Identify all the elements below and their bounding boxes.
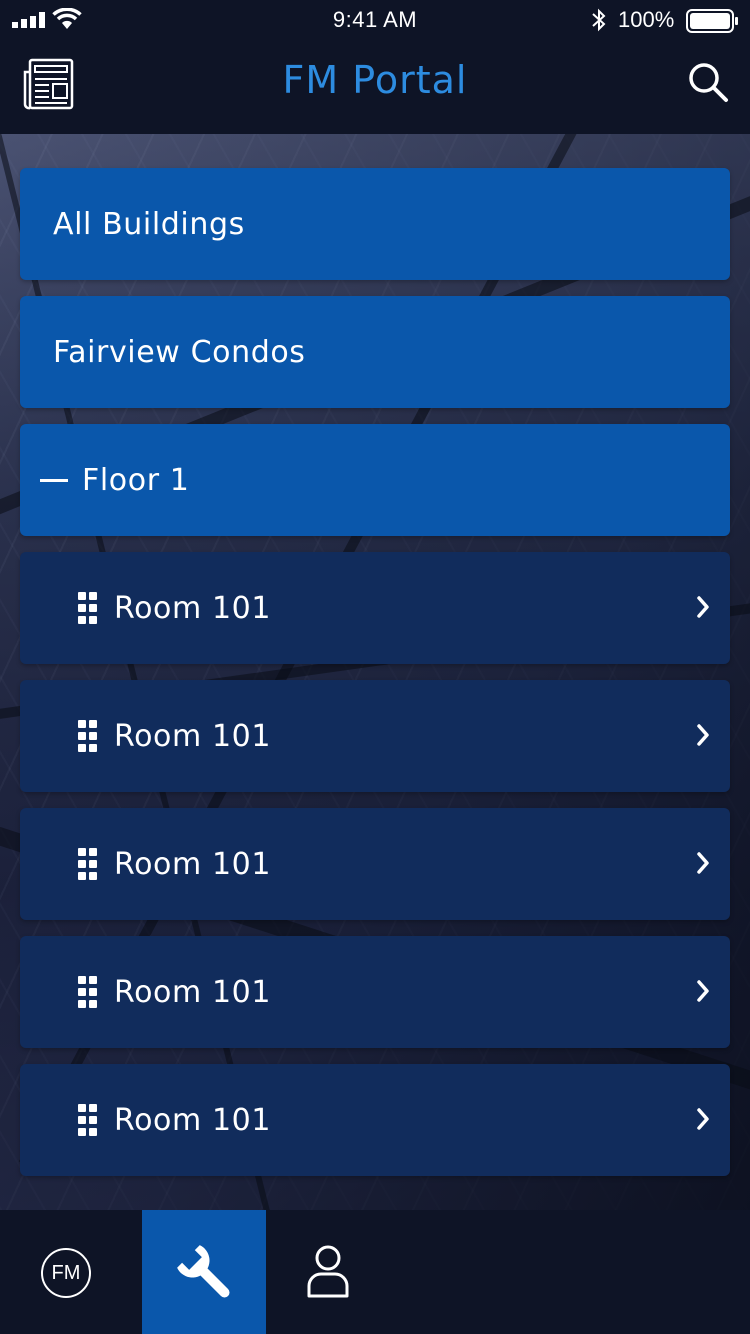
wrench-icon [177,1245,230,1298]
status-bar: 9:41 AM 100% [0,0,750,40]
tab-maintenance[interactable] [142,1210,266,1334]
list-item-label: Room 101 [114,974,272,1010]
fm-logo-icon: FM [41,1248,91,1298]
list-item-room[interactable]: Room 101 [20,680,730,792]
list-item-building[interactable]: Fairview Condos [20,296,730,408]
grid-dots-icon [78,592,100,624]
search-icon[interactable] [686,60,730,104]
building-tree-list: All Buildings Fairview Condos Floor 1 Ro… [20,168,730,1192]
list-item-room[interactable]: Room 101 [20,552,730,664]
list-item-floor[interactable]: Floor 1 [20,424,730,536]
chevron-right-icon [697,1108,709,1130]
grid-dots-icon [78,976,100,1008]
list-item-room[interactable]: Room 101 [20,936,730,1048]
list-item-room[interactable]: Room 101 [20,1064,730,1176]
page-title: FM Portal [282,58,468,102]
grid-dots-icon [78,720,100,752]
grid-dots-icon [78,848,100,880]
app-header: FM Portal [0,40,750,134]
battery-percent: 100% [618,7,675,32]
chevron-right-icon [697,980,709,1002]
list-item-all-buildings[interactable]: All Buildings [20,168,730,280]
list-item-label: All Buildings [53,206,245,242]
list-item-room[interactable]: Room 101 [20,808,730,920]
chevron-right-icon [697,724,709,746]
grid-dots-icon [78,1104,100,1136]
chevron-right-icon [697,596,709,618]
user-icon [307,1245,349,1298]
bottom-tab-bar: FM [0,1210,750,1334]
tab-profile[interactable] [266,1210,390,1334]
battery-icon [686,9,738,33]
bluetooth-icon [592,8,606,32]
chevron-right-icon [697,852,709,874]
app-screen: 9:41 AM 100% FM Portal All Buildings Fai… [0,0,750,1334]
list-item-label: Fairview Condos [53,334,306,370]
tab-fm[interactable]: FM [4,1210,128,1334]
collapse-dash-icon[interactable] [40,478,68,482]
list-item-label: Room 101 [114,590,272,626]
list-item-label: Room 101 [114,1102,272,1138]
list-item-label: Floor 1 [82,462,190,498]
list-item-label: Room 101 [114,846,272,882]
list-item-label: Room 101 [114,718,272,754]
